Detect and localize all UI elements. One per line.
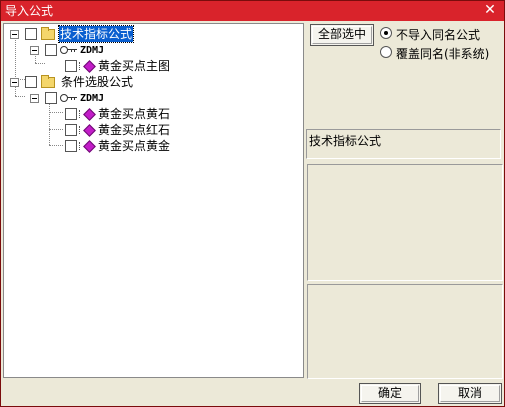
node-label: ZDMJ [80,93,105,104]
tree-node-screening-formulas[interactable]: 条件选股公式 [4,74,204,90]
formula-icon [79,108,96,121]
folder-icon [41,27,55,40]
formula-description-panel [307,164,503,281]
title-bar: 导入公式 ✕ [1,1,504,21]
tree-node-zdmj-2[interactable]: ZDMJ [4,90,204,106]
tree-node-zdmj-1[interactable]: ZDMJ [4,42,204,58]
close-icon[interactable]: ✕ [482,2,498,18]
overwrite-duplicate-radio[interactable] [380,46,392,58]
node-checkbox[interactable] [65,60,77,72]
formula-params-panel [307,284,503,379]
collapse-toggle[interactable] [10,78,19,87]
node-checkbox[interactable] [65,140,77,152]
cancel-button[interactable]: 取消 [438,383,502,404]
formula-icon [79,140,96,153]
window-title: 导入公式 [5,4,54,18]
node-label: 黄金买点红石 [98,123,171,137]
node-label: 黄金买点主图 [98,59,171,73]
ok-button[interactable]: 确定 [359,383,421,404]
formula-type-text: 技术指标公式 [309,134,382,148]
collapse-toggle[interactable] [10,30,19,39]
node-label: 黄金买点黄金 [98,139,171,153]
node-checkbox[interactable] [65,108,77,120]
collapse-toggle[interactable] [30,94,39,103]
node-checkbox[interactable] [65,124,77,136]
collapse-toggle[interactable] [30,46,39,55]
select-all-button[interactable]: 全部选中 [310,24,374,46]
node-label: 黄金买点黄石 [98,107,171,121]
node-label: ZDMJ [80,45,105,56]
import-formula-dialog: 导入公式 ✕ 技术指标公式 ZDMJ 黄金买点主图 条件选股公式 ZDMJ 黄金… [0,0,505,407]
tree-node-tech-formulas[interactable]: 技术指标公式 [4,25,204,43]
tree-node-formula[interactable]: 黄金买点黄石 [4,106,204,122]
node-checkbox[interactable] [45,44,57,56]
no-import-duplicate-label[interactable]: 不导入同名公式 [396,26,480,43]
overwrite-duplicate-label[interactable]: 覆盖同名(非系统) [396,45,489,62]
formula-type-display: 技术指标公式 [306,129,501,159]
tree-node-formula[interactable]: 黄金买点红石 [4,122,204,138]
node-label: 条件选股公式 [61,75,134,89]
tree-node-formula[interactable]: 黄金买点主图 [4,58,204,74]
formula-icon [79,60,96,73]
formula-tree[interactable]: 技术指标公式 ZDMJ 黄金买点主图 条件选股公式 ZDMJ 黄金买点黄石 黄金… [3,23,304,378]
formula-icon [79,124,96,137]
folder-icon [41,75,55,88]
no-import-duplicate-radio[interactable] [380,27,392,39]
node-checkbox[interactable] [25,76,37,88]
node-checkbox[interactable] [25,28,37,40]
key-icon [60,92,78,104]
tree-node-formula[interactable]: 黄金买点黄金 [4,138,204,154]
node-checkbox[interactable] [45,92,57,104]
key-icon [60,44,78,56]
node-label: 技术指标公式 [57,25,135,43]
